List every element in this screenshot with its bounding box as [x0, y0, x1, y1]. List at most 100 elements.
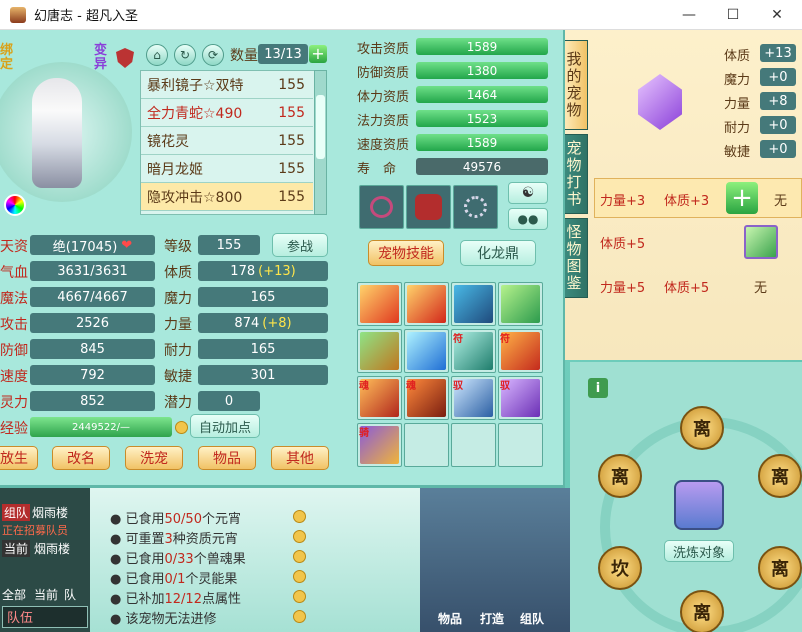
maximize-button[interactable]: ☐ — [710, 0, 756, 30]
tab-dragon-cauldron[interactable]: 化龙鼎 — [460, 240, 536, 266]
skill-slot[interactable]: 符 — [498, 329, 543, 373]
battle-button[interactable]: 参战 — [272, 233, 328, 257]
tab-pet-skills[interactable]: 宠物技能 — [368, 240, 444, 266]
count-value: 13/13 — [258, 44, 308, 64]
seal-slot-bottom-left[interactable]: 坎 — [598, 546, 642, 590]
seal-slot-bottom-right[interactable]: 离 — [758, 546, 802, 590]
taskbar-items[interactable]: 物品 — [438, 610, 462, 627]
skill-slot-empty[interactable] — [404, 423, 449, 467]
slot-skill-icon[interactable] — [744, 225, 778, 259]
skill-tag: 魂 — [359, 381, 369, 392]
info-line: ● 可重置3种资质元宵 — [110, 532, 238, 547]
skill-tag: 符 — [500, 334, 510, 345]
chat-input[interactable]: 队伍 — [2, 606, 88, 628]
bind-label: 绑定 — [0, 43, 14, 72]
pet-list-item[interactable]: 暴利镜子☆双特 155 — [141, 71, 313, 99]
game-screen: 幻唐志 - 超凡入圣 — ☐ ✕ 体质 +13 魔力 +0 力量 +8 耐力 +… — [0, 0, 802, 632]
auto-point-button[interactable]: 自动加点 — [190, 414, 260, 438]
chat-tab-all[interactable]: 全部 — [2, 586, 26, 603]
right-row-text: 体质+3 — [664, 194, 710, 209]
coin-icon[interactable] — [293, 530, 306, 543]
def-label: 防御 — [0, 343, 28, 359]
equip-slot-necklace[interactable] — [359, 185, 404, 229]
skill-slot[interactable]: 驭 — [498, 376, 543, 420]
info-icon[interactable]: i — [588, 378, 608, 398]
skill-slot[interactable]: 骑 — [357, 423, 402, 467]
hp-label: 气血 — [0, 265, 28, 281]
pet-list-item-selected[interactable]: 隐攻冲击☆800 155 — [141, 183, 313, 211]
skill-slot-empty[interactable] — [451, 423, 496, 467]
close-button[interactable]: ✕ — [754, 0, 800, 30]
pet-name: 隐攻冲击☆800 — [147, 189, 243, 206]
home-button[interactable]: ⌂ — [146, 44, 168, 66]
aptitude-mp-label: 法力资质 — [357, 114, 410, 129]
con-label: 体质 — [164, 265, 192, 281]
skill-slot[interactable]: 驭 — [451, 376, 496, 420]
pet-level: 155 — [278, 188, 305, 205]
skill-slot-empty[interactable] — [498, 423, 543, 467]
items-button[interactable]: 物品 — [198, 446, 256, 470]
skill-slot[interactable] — [451, 282, 496, 326]
equip-slot-collar[interactable] — [453, 185, 498, 229]
chat-tab-current[interactable]: 当前 — [34, 586, 58, 603]
refine-target-button[interactable]: 洗炼对象 — [664, 540, 734, 562]
aptitude-text: 绝(17045) — [52, 239, 118, 255]
seal-slot-bottom[interactable]: 离 — [680, 590, 724, 632]
seal-slot-right[interactable]: 离 — [758, 454, 802, 498]
skill-tag: 驭 — [500, 381, 510, 392]
pet-list-item[interactable]: 镜花灵 155 — [141, 127, 313, 155]
skill-slot[interactable] — [404, 329, 449, 373]
coin-icon[interactable] — [293, 610, 306, 623]
con-text: 178 — [230, 263, 256, 279]
aptitude-hp-label: 体力资质 — [357, 90, 410, 105]
minimize-button[interactable]: — — [666, 0, 712, 30]
rename-button[interactable]: 改名 — [52, 446, 110, 470]
mp-label: 魔法 — [0, 291, 28, 307]
pet-list-item[interactable]: 全力青蛇☆490 155 — [141, 99, 313, 127]
end-value: 165 — [198, 339, 328, 359]
skill-slot[interactable]: 魂 — [404, 376, 449, 420]
paw-icon[interactable]: ●● — [508, 208, 548, 230]
aptitude-atk-bar: 1589 — [416, 38, 548, 55]
skill-slot[interactable] — [357, 282, 402, 326]
right-stat-label: 体质 — [724, 49, 751, 64]
skill-slot[interactable]: 符 — [451, 329, 496, 373]
skill-slot[interactable] — [498, 282, 543, 326]
target-avatar[interactable] — [674, 480, 724, 530]
wash-pet-button[interactable]: 洗宠 — [125, 446, 183, 470]
coin-icon[interactable] — [293, 570, 306, 583]
refresh-icon[interactable]: ↻ — [174, 44, 196, 66]
chat-tab-team[interactable]: 队 — [64, 586, 76, 603]
other-button[interactable]: 其他 — [271, 446, 329, 470]
skill-slot[interactable] — [357, 329, 402, 373]
release-button[interactable]: 放生 — [0, 446, 38, 470]
cycle-icon[interactable]: ⟳ — [202, 44, 224, 66]
right-row-text: 力量+5 — [600, 281, 646, 296]
current-tab[interactable]: 当前 — [2, 540, 31, 557]
skill-slot[interactable] — [404, 282, 449, 326]
skill-tag: 魂 — [406, 381, 416, 392]
pet-name: 暗月龙姬 — [147, 161, 203, 178]
add-slot-button[interactable]: + — [726, 182, 758, 214]
coin-icon[interactable] — [175, 421, 188, 434]
taskbar-team[interactable]: 组队 — [520, 610, 544, 627]
atk-value: 2526 — [30, 313, 155, 333]
seal-slot-left[interactable]: 离 — [598, 454, 642, 498]
coin-icon[interactable] — [293, 510, 306, 523]
pet-list-item[interactable]: 暗月龙姬 155 — [141, 155, 313, 183]
coin-icon[interactable] — [293, 550, 306, 563]
taskbar-forge[interactable]: 打造 — [480, 610, 504, 627]
color-wheel-icon[interactable] — [4, 194, 26, 216]
aptitude-def-bar: 1380 — [416, 62, 548, 79]
scroll-thumb[interactable] — [316, 95, 325, 159]
pot-label: 潜力 — [164, 395, 192, 411]
seal-slot-top[interactable]: 离 — [680, 406, 724, 450]
yin-yang-icon[interactable]: ☯ — [508, 182, 548, 204]
coin-icon[interactable] — [293, 590, 306, 603]
add-count-button[interactable]: + — [309, 45, 327, 63]
equip-slot-armor[interactable] — [406, 185, 451, 229]
aptitude-hp-bar: 1464 — [416, 86, 548, 103]
pet-list-scrollbar[interactable] — [314, 70, 327, 215]
end-label: 耐力 — [164, 343, 192, 359]
skill-slot[interactable]: 魂 — [357, 376, 402, 420]
